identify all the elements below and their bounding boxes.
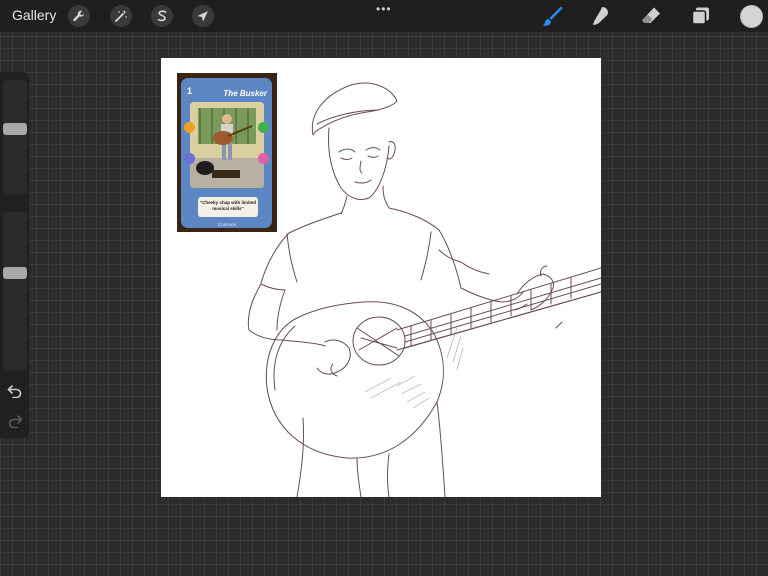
opacity-slider[interactable] xyxy=(3,212,27,370)
smudge-finger-icon xyxy=(592,7,608,25)
actions-button[interactable] xyxy=(68,5,90,27)
smudge-tool-button[interactable] xyxy=(590,5,612,32)
card-stat-icon xyxy=(258,122,269,133)
card-stat-icon xyxy=(184,153,195,164)
card-stat-icon xyxy=(258,153,269,164)
gallery-button[interactable]: Gallery xyxy=(12,7,56,23)
layers-icon xyxy=(691,7,709,25)
undo-button[interactable] xyxy=(7,384,23,403)
redo-button[interactable] xyxy=(7,414,23,433)
color-picker-button[interactable] xyxy=(740,5,763,28)
drawing-canvas[interactable]: 1 The Busker "Cheeky chap with limited m… xyxy=(161,58,601,497)
arrow-cursor-icon xyxy=(197,11,208,22)
more-options[interactable]: ••• xyxy=(376,2,392,16)
brush-size-thumb[interactable] xyxy=(3,122,27,135)
opacity-thumb[interactable] xyxy=(3,267,27,280)
card-frame: 1 The Busker "Cheeky chap with limited m… xyxy=(181,78,272,228)
brush-size-slider[interactable] xyxy=(3,80,27,194)
card-rarity: Common xyxy=(217,222,237,227)
undo-arrow-icon xyxy=(7,385,22,399)
layers-button[interactable] xyxy=(690,5,712,32)
wrench-icon xyxy=(73,10,84,22)
reference-card[interactable]: 1 The Busker "Cheeky chap with limited m… xyxy=(177,73,277,232)
selection-button[interactable] xyxy=(151,5,173,27)
transform-button[interactable] xyxy=(192,5,214,27)
top-toolbar: Gallery ••• xyxy=(0,0,768,32)
card-number: 1 xyxy=(187,86,193,96)
card-stat-icon xyxy=(184,122,195,133)
selection-s-icon xyxy=(157,10,167,22)
brush-icon xyxy=(542,6,563,26)
card-title: The Busker xyxy=(223,89,267,98)
brush-tool-button[interactable] xyxy=(540,5,564,32)
eraser-tool-button[interactable] xyxy=(640,5,662,32)
card-illustration xyxy=(190,102,264,188)
eraser-icon xyxy=(642,7,660,23)
adjustments-button[interactable] xyxy=(110,5,132,27)
busker-illustration xyxy=(190,102,264,188)
left-sidebar xyxy=(0,72,29,438)
magic-wand-icon xyxy=(115,10,127,22)
redo-arrow-icon xyxy=(8,415,23,429)
card-description: "Cheeky chap with limited musical skills… xyxy=(198,197,258,217)
